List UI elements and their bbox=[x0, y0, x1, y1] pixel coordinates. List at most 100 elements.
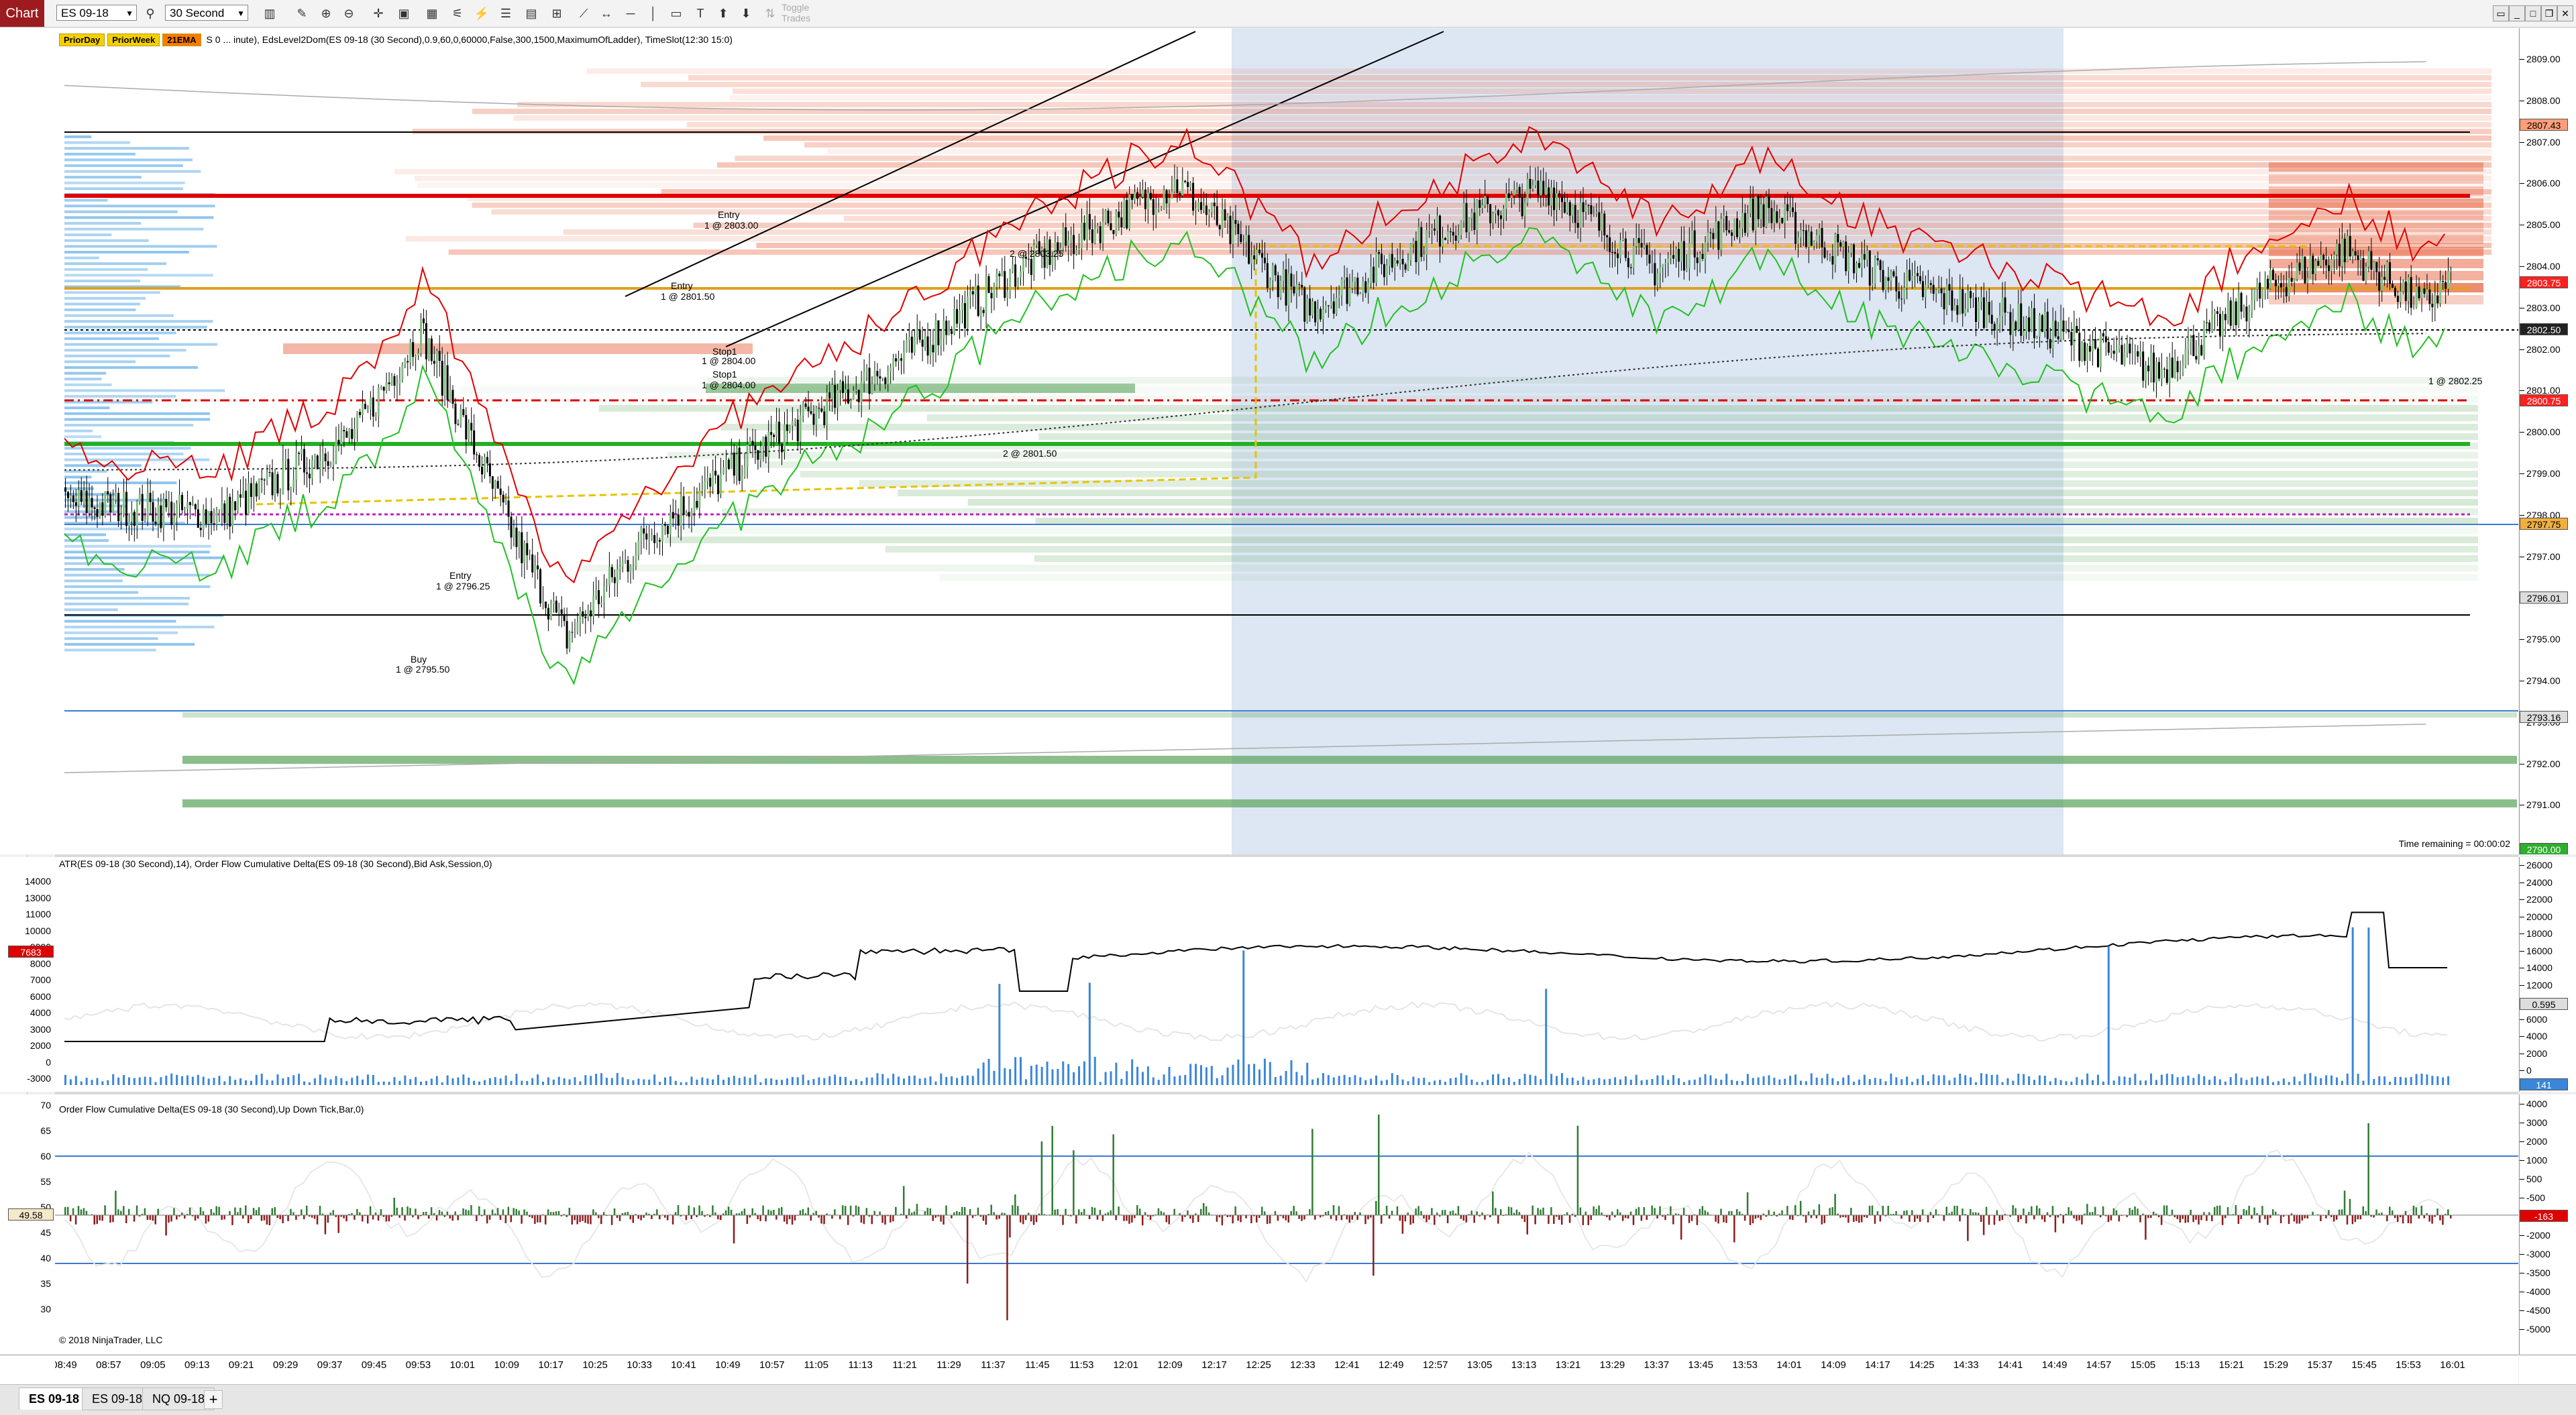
toggle-trades-button[interactable]: Toggle Trades bbox=[782, 2, 815, 23]
time-axis[interactable]: 08:4908:5709:0509:1309:2109:2909:3709:45… bbox=[55, 1355, 2518, 1385]
chart-window-badge[interactable]: Chart bbox=[0, 0, 44, 27]
tab-es-09-18-active[interactable]: ES 09-18 bbox=[19, 1388, 89, 1410]
candle-body bbox=[2286, 287, 2288, 296]
atr-panel[interactable] bbox=[55, 857, 2518, 1092]
search-icon[interactable]: ⚲ bbox=[142, 5, 158, 21]
delta-bar bbox=[2389, 1206, 2391, 1215]
volume-bar bbox=[1417, 1078, 1419, 1085]
candle-body bbox=[1115, 211, 1117, 233]
candle-body bbox=[1728, 230, 1730, 232]
candle-body bbox=[1564, 202, 1566, 213]
bid-ladder-bar bbox=[64, 211, 178, 213]
delta-right-axis[interactable]: 4000300020001000500-500-1000-2000-3000-3… bbox=[2519, 1094, 2576, 1355]
delta-panel[interactable] bbox=[55, 1094, 2518, 1355]
toggle-trades-icon[interactable]: ⇅ bbox=[762, 5, 778, 21]
atr-right-axis[interactable]: 2600024000220002000018000160001400012000… bbox=[2519, 857, 2576, 1092]
candle-body bbox=[2081, 343, 2083, 361]
price-indicator-legend: S 0 ... inute), EdsLevel2Dom(ES 09-18 (3… bbox=[207, 34, 733, 45]
delta-bar bbox=[1587, 1215, 1589, 1225]
candle-body bbox=[1773, 211, 1775, 223]
indicators-icon[interactable]: ⚟ bbox=[449, 5, 466, 21]
candle-body bbox=[1792, 207, 1794, 212]
candle-body bbox=[1959, 289, 1961, 315]
prior-week-badge[interactable]: PriorWeek bbox=[107, 34, 160, 46]
volume-bar bbox=[1752, 1078, 1754, 1085]
candle-body bbox=[1356, 278, 1358, 294]
tile-icon[interactable]: ▭ bbox=[2493, 5, 2509, 21]
volume-bar bbox=[691, 1077, 693, 1085]
delta-bar bbox=[1110, 1210, 1112, 1215]
delta-bar bbox=[2442, 1215, 2444, 1225]
delta-bar bbox=[409, 1208, 411, 1215]
arrow-up-icon[interactable]: ⬆ bbox=[715, 5, 731, 21]
delta-bar bbox=[439, 1210, 441, 1215]
minimize-icon[interactable]: _ bbox=[2509, 5, 2525, 21]
volume-bar bbox=[2363, 1080, 2365, 1085]
delta-bar bbox=[428, 1215, 430, 1219]
candle-body bbox=[890, 367, 892, 372]
add-tab-button[interactable]: + bbox=[204, 1390, 223, 1409]
delta-bar bbox=[547, 1209, 549, 1215]
chart-trader-icon[interactable]: ⊞ bbox=[549, 5, 565, 21]
extended-line-icon[interactable]: ↔ bbox=[598, 5, 614, 21]
volume-bar bbox=[983, 1062, 985, 1085]
ray-tool-icon[interactable]: ⟋ bbox=[576, 5, 592, 21]
candle-body bbox=[133, 512, 136, 526]
window-icon[interactable]: ❐ bbox=[2541, 5, 2557, 21]
pencil-icon[interactable]: ✎ bbox=[294, 5, 310, 21]
bar-type-icon[interactable]: ▥ bbox=[262, 5, 278, 21]
data-box-icon[interactable]: ▦ bbox=[424, 5, 440, 21]
candle-body bbox=[189, 502, 191, 505]
bid-ladder-bar bbox=[64, 568, 125, 571]
candle-body bbox=[932, 345, 934, 352]
strategies-icon[interactable]: ⚡ bbox=[474, 5, 490, 21]
bid-heat-band bbox=[859, 480, 2478, 487]
zoom-out-icon[interactable]: ⊖ bbox=[341, 5, 357, 21]
atr-left-axis[interactable]: 1400013000110001000090008000700060004000… bbox=[0, 857, 55, 1092]
delta-bar bbox=[747, 1215, 749, 1224]
delta-bar bbox=[1386, 1206, 1388, 1215]
candle-body bbox=[1614, 252, 1616, 253]
zoom-in-icon[interactable]: ⊕ bbox=[318, 5, 334, 21]
delta-left-axis[interactable]: 70656055504540353049.58 bbox=[0, 1094, 55, 1355]
crosshair-icon[interactable]: ✛ bbox=[370, 5, 386, 21]
price-axis[interactable]: 2809.002808.002807.002806.002805.002804.… bbox=[2519, 28, 2576, 854]
maximize-icon[interactable]: □ bbox=[2525, 5, 2541, 21]
delta-bar bbox=[1144, 1212, 1146, 1215]
properties-icon[interactable]: ☰ bbox=[498, 5, 514, 21]
delta-bar bbox=[1906, 1210, 1908, 1215]
text-tool-icon[interactable]: T bbox=[692, 5, 708, 21]
price-axis-tick: 2808.00 bbox=[2526, 95, 2561, 106]
close-icon[interactable]: ✕ bbox=[2557, 5, 2573, 21]
instrument-selector[interactable]: ES 09-18 ▼ bbox=[56, 5, 137, 21]
delta-bar bbox=[1091, 1207, 1093, 1215]
volume-bar bbox=[2081, 1080, 2083, 1085]
arrow-down-icon[interactable]: ⬇ bbox=[738, 5, 754, 21]
vertical-line-icon[interactable]: │ bbox=[645, 5, 661, 21]
delta-bar bbox=[1500, 1209, 1502, 1215]
candle-body bbox=[714, 471, 716, 475]
delta-bar bbox=[1314, 1215, 1316, 1220]
interval-selector[interactable]: 30 Second ▼ bbox=[165, 5, 248, 21]
delta-bar bbox=[1426, 1215, 1428, 1222]
price-panel[interactable] bbox=[55, 28, 2518, 854]
ema-badge[interactable]: 21EMA bbox=[162, 34, 201, 46]
horizontal-line-icon[interactable]: ─ bbox=[623, 5, 639, 21]
templates-icon[interactable]: ▤ bbox=[523, 5, 539, 21]
bid-ladder-bar bbox=[64, 430, 93, 433]
rectangle-tool-icon[interactable]: ▭ bbox=[668, 5, 684, 21]
candle-body bbox=[500, 489, 502, 495]
candle-body bbox=[1842, 241, 1844, 246]
snapshot-icon[interactable]: ▣ bbox=[396, 5, 412, 21]
bid-ladder-bar bbox=[64, 222, 141, 225]
candle-body bbox=[211, 511, 213, 523]
prior-day-badge[interactable]: PriorDay bbox=[59, 34, 105, 46]
volume-bar bbox=[537, 1074, 539, 1085]
candle-body bbox=[2410, 277, 2412, 308]
delta-bar bbox=[733, 1215, 735, 1243]
delta-bar bbox=[147, 1215, 149, 1220]
volume-bar bbox=[1253, 1064, 1255, 1085]
candle-body bbox=[2047, 312, 2049, 339]
delta-bar bbox=[404, 1215, 406, 1221]
candle-body bbox=[1882, 270, 1884, 290]
